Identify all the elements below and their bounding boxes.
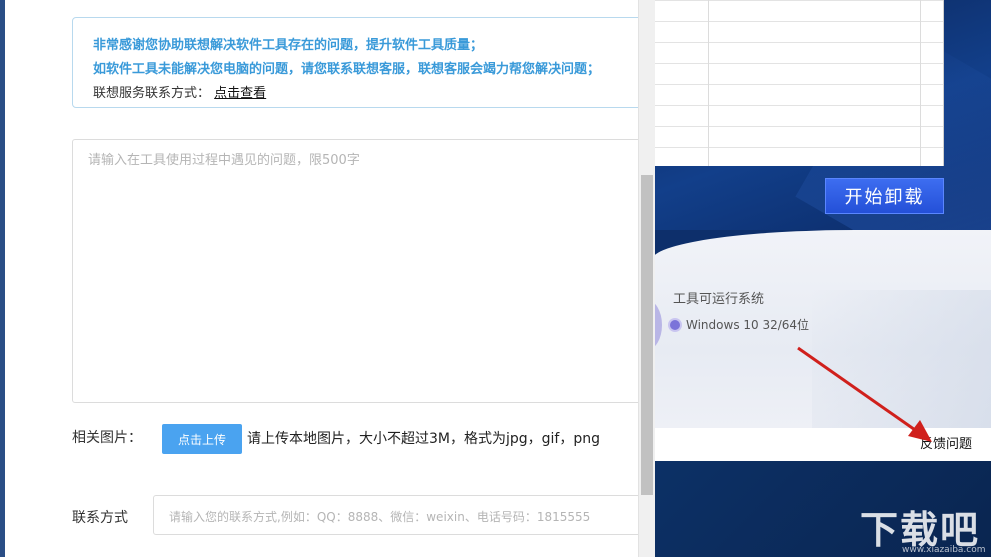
sheet-column-line	[708, 0, 709, 166]
start-uninstall-button[interactable]: 开始卸载	[825, 178, 944, 214]
scrollbar-thumb[interactable]	[641, 175, 653, 495]
notice-line-2: 如软件工具未能解决您电脑的问题，请您联系联想客服，联想客服会竭力帮您解决问题；	[93, 62, 601, 77]
view-contact-link[interactable]: 点击查看	[214, 86, 266, 101]
os-title: 工具可运行系统	[673, 292, 765, 307]
window-edge	[0, 0, 5, 557]
notice-line-1: 非常感谢您协助联想解决软件工具存在的问题，提升软件工具质量；	[93, 38, 484, 53]
scrollbar[interactable]	[638, 0, 655, 557]
upload-hint: 请上传本地图片，大小不超过3M，格式为jpg，gif，png	[247, 431, 600, 447]
problem-placeholder: 请输入在工具使用过程中遇见的问题，限500字	[88, 153, 360, 168]
feedback-form: 非常感谢您协助联想解决软件工具存在的问题，提升软件工具质量； 如软件工具未能解决…	[0, 0, 638, 557]
os-item: Windows 10 32/64位	[670, 316, 809, 333]
os-bullet-icon	[670, 319, 680, 330]
notice-box: 非常感谢您协助联想解决软件工具存在的问题，提升软件工具质量； 如软件工具未能解决…	[72, 17, 638, 108]
contact-input[interactable]: 请输入您的联系方式,例如：QQ：8888、微信：weixin、电话号码：1815…	[153, 495, 638, 535]
upload-button[interactable]: 点击上传	[162, 424, 242, 454]
watermark-url: www.xiazaiba.com	[902, 545, 986, 555]
os-item-label: Windows 10 32/64位	[686, 318, 810, 332]
related-images-label: 相关图片：	[72, 430, 142, 446]
service-contact-label: 联想服务联系方式：	[93, 86, 211, 101]
spreadsheet-panel	[652, 0, 944, 166]
contact-placeholder: 请输入您的联系方式,例如：QQ：8888、微信：weixin、电话号码：1815…	[169, 510, 591, 524]
contact-label: 联系方式	[72, 510, 128, 526]
sheet-column-line	[920, 0, 921, 166]
notice-line-3: 联想服务联系方式： 点击查看	[93, 82, 266, 101]
problem-textarea[interactable]: 请输入在工具使用过程中遇见的问题，限500字	[72, 139, 638, 403]
red-arrow-icon	[797, 346, 932, 442]
